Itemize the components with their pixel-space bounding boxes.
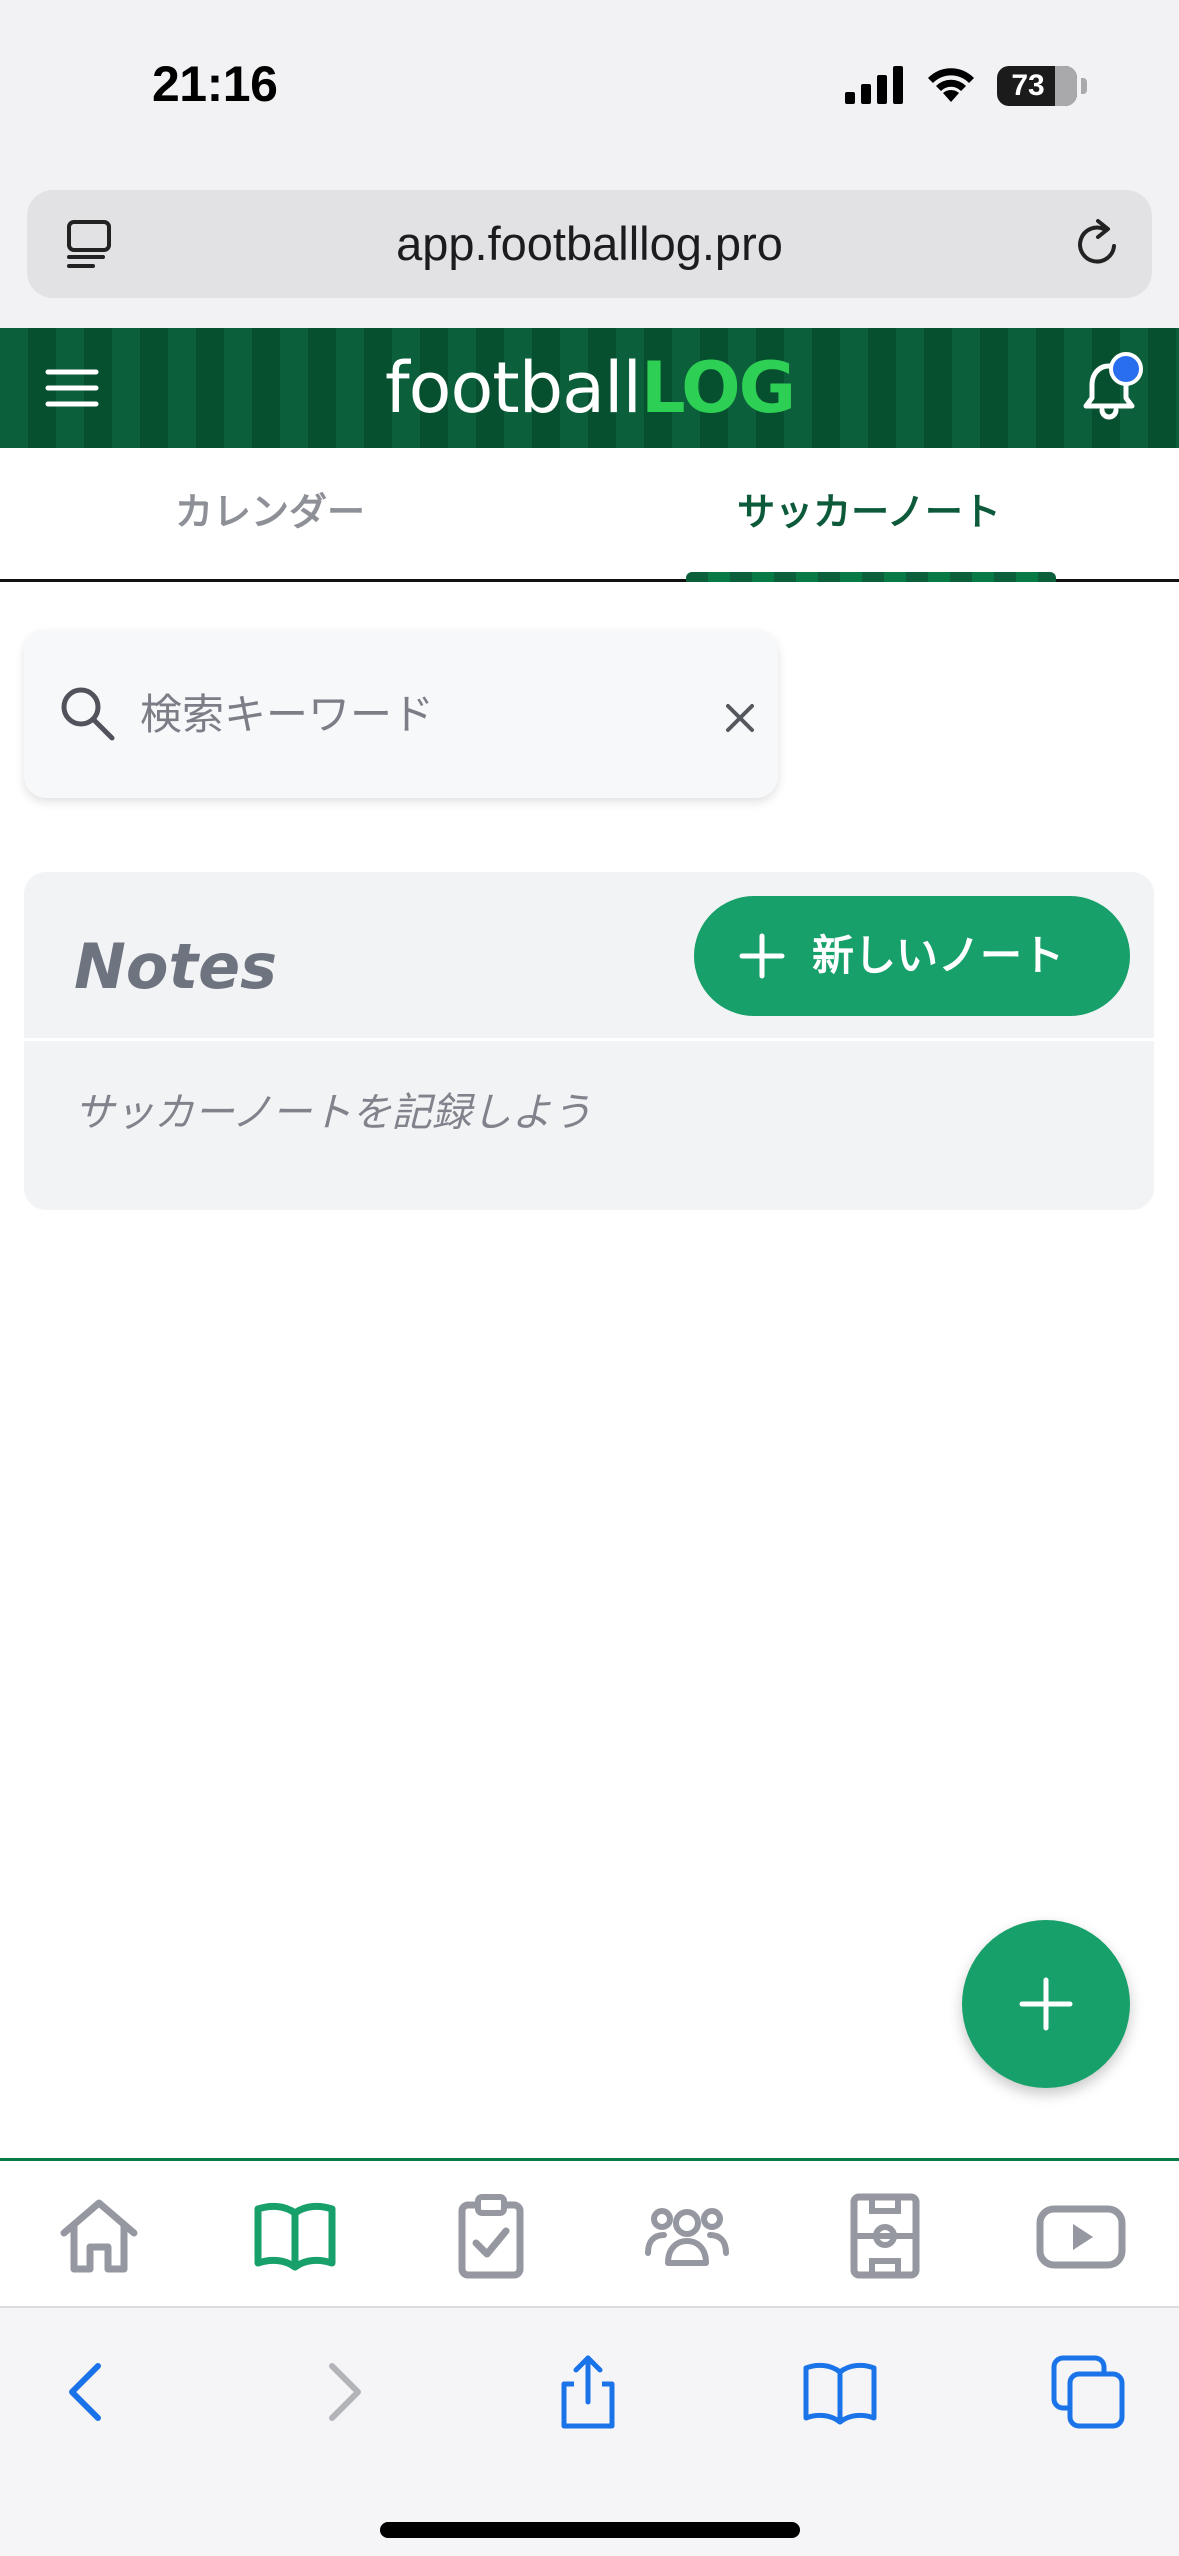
reload-icon[interactable] (1070, 216, 1126, 272)
app-logo[interactable]: footballLOG (0, 328, 1179, 448)
notes-title: Notes (74, 930, 278, 1003)
notes-card: Notes 新しいノート サッカーノートを記録しよう (24, 872, 1154, 1210)
search-input[interactable] (140, 670, 680, 758)
plus-icon (739, 933, 785, 979)
status-time: 21:16 (152, 56, 278, 112)
battery-cap (1081, 78, 1087, 94)
bookmarks-icon[interactable] (800, 2352, 880, 2432)
tabs-icon[interactable] (1048, 2352, 1128, 2432)
search-box (24, 630, 778, 798)
bottom-navigation (0, 2158, 1179, 2306)
battery-icon: 73 (997, 66, 1077, 106)
empty-notes-message: サッカーノートを記録しよう (74, 1090, 592, 1136)
active-tab-indicator (686, 572, 1056, 582)
home-icon[interactable] (54, 2191, 144, 2281)
card-divider (24, 1038, 1154, 1041)
forward-icon[interactable] (302, 2352, 382, 2432)
clear-search-icon[interactable] (720, 698, 760, 738)
status-icons: 73 (839, 58, 1179, 118)
search-icon (61, 687, 115, 741)
add-floating-button[interactable] (962, 1920, 1130, 2088)
home-indicator (380, 2522, 800, 2538)
browser-toolbar (0, 2306, 1179, 2556)
tab-calendar[interactable]: カレンダー (0, 448, 540, 579)
book-icon[interactable] (250, 2191, 340, 2281)
address-bar[interactable]: app.footballlog.pro (27, 190, 1152, 298)
app-header: footballLOG (0, 328, 1179, 448)
tab-soccer-notes[interactable]: サッカーノート (599, 448, 1139, 579)
new-note-button[interactable]: 新しいノート (694, 896, 1130, 1016)
share-icon[interactable] (548, 2352, 628, 2432)
team-icon[interactable] (642, 2191, 732, 2281)
url-text[interactable]: app.footballlog.pro (27, 190, 1152, 298)
notification-dot (1109, 352, 1143, 386)
tab-bar: カレンダー サッカーノート (0, 448, 1179, 582)
field-icon[interactable] (840, 2191, 930, 2281)
logo-text-football: football (384, 347, 642, 429)
logo-text-log: LOG (640, 347, 796, 429)
status-bar: 21:16 73 (0, 0, 1179, 172)
cellular-signal-icon (845, 66, 903, 104)
browser-address-area: app.footballlog.pro (0, 172, 1179, 328)
video-icon[interactable] (1036, 2191, 1126, 2281)
plus-icon (1019, 1977, 1073, 2031)
new-note-label: 新しいノート (812, 931, 1065, 980)
clipboard-check-icon[interactable] (446, 2191, 536, 2281)
battery-percent: 73 (1011, 69, 1045, 102)
back-icon[interactable] (48, 2352, 128, 2432)
wifi-icon (928, 68, 974, 102)
